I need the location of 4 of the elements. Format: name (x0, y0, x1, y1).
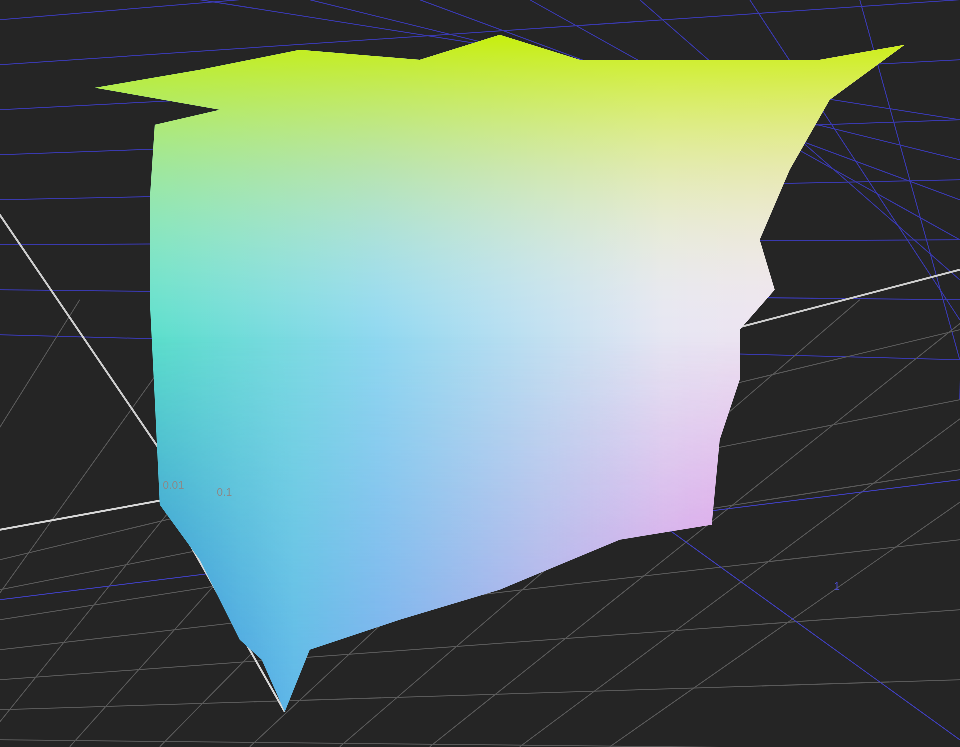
3d-viewport[interactable]: 0.01 0.1 1 (0, 0, 960, 747)
axis-label: 0.01 (163, 480, 184, 492)
axis-label: 1 (834, 581, 840, 593)
axis-label: 0.1 (217, 487, 232, 499)
